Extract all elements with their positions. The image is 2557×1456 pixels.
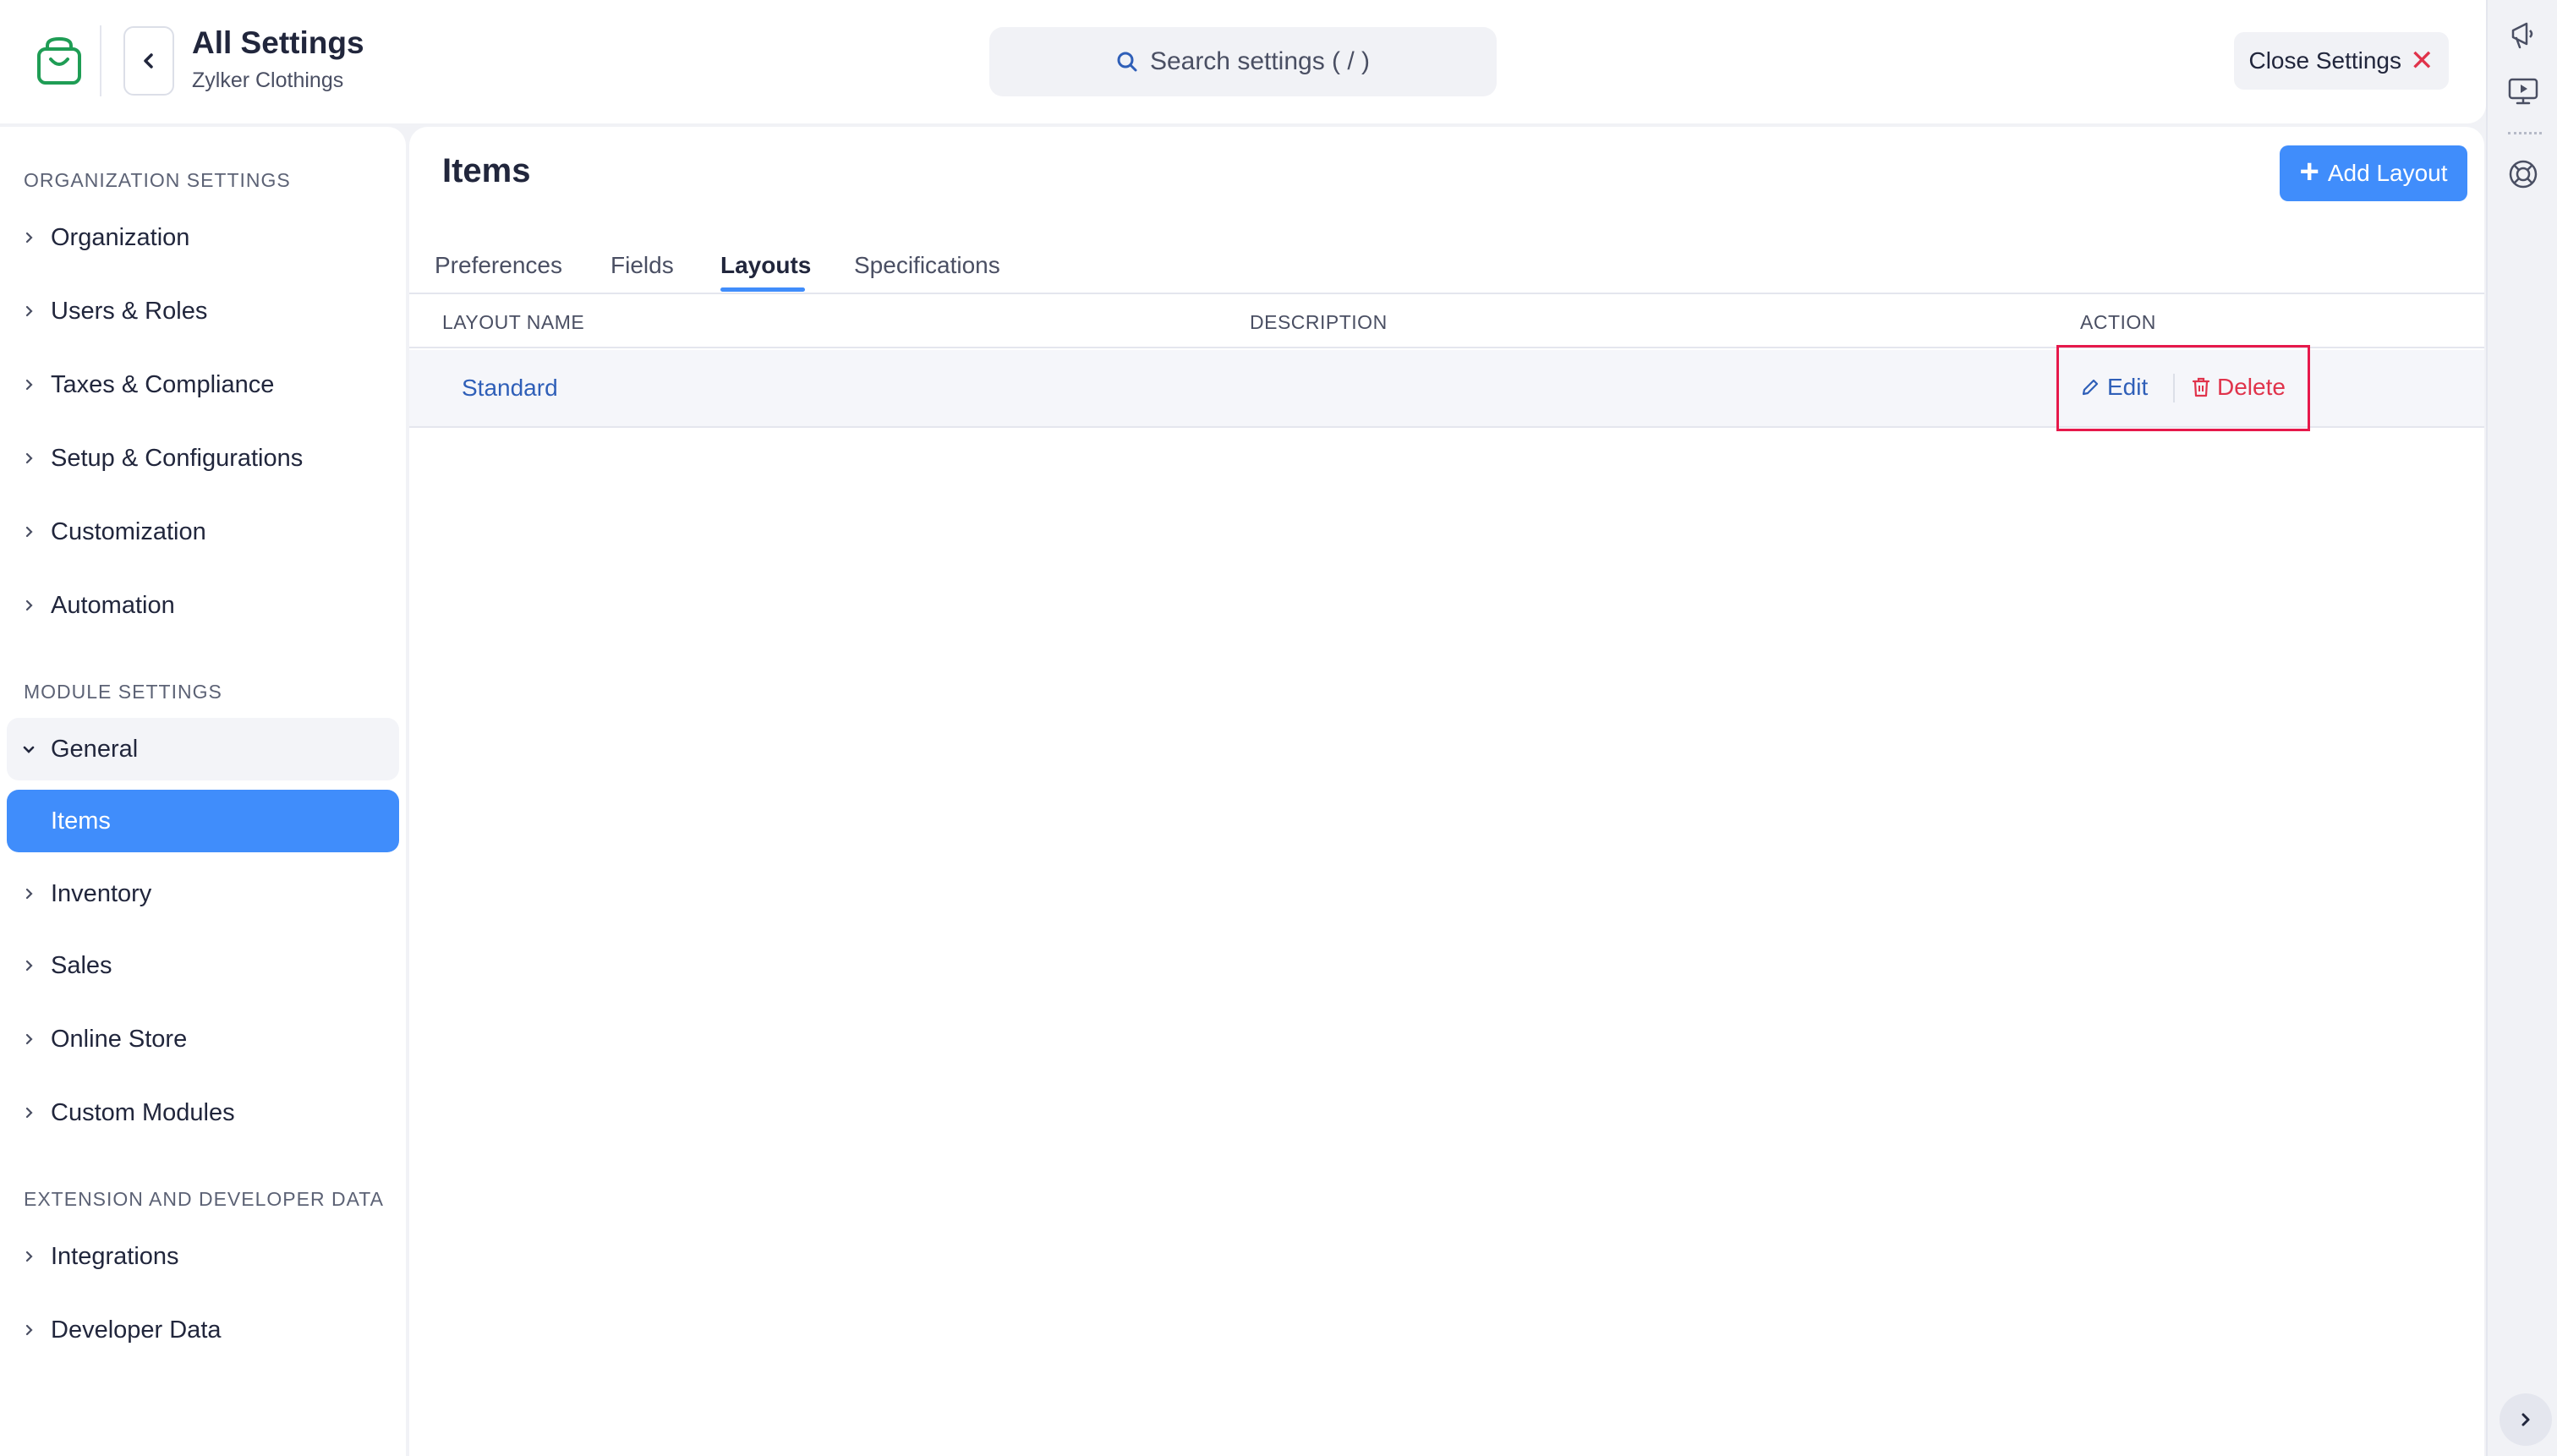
chevron-right-icon <box>7 960 51 972</box>
layout-name-link[interactable]: Standard <box>462 375 558 402</box>
chevron-right-icon <box>7 379 51 391</box>
expand-panel-button[interactable] <box>2500 1393 2552 1446</box>
sidebar-item-organization[interactable]: Organization <box>7 206 399 269</box>
search-icon <box>1116 51 1138 73</box>
sidebar-item-label: Custom Modules <box>51 1098 235 1126</box>
rail-divider <box>2508 132 2542 134</box>
sidebar-item-general[interactable]: General <box>7 718 399 780</box>
close-settings-label: Close Settings <box>2248 47 2402 74</box>
sidebar-item-custom-modules[interactable]: Custom Modules <box>7 1081 399 1144</box>
action-divider <box>2173 374 2175 402</box>
section-heading-module: MODULE SETTINGS <box>24 681 222 703</box>
main-panel: Items + Add Layout Preferences Fields La… <box>409 127 2484 1456</box>
organization-name: Zylker Clothings <box>192 68 344 92</box>
chevron-right-icon <box>7 1324 51 1336</box>
sidebar-item-taxes-compliance[interactable]: Taxes & Compliance <box>7 353 399 416</box>
close-icon: ✕ <box>2410 45 2434 77</box>
sidebar-item-items[interactable]: Items <box>7 790 399 852</box>
section-heading-organization: ORGANIZATION SETTINGS <box>24 169 291 191</box>
chevron-right-icon <box>7 1033 51 1045</box>
section-title: Items <box>442 152 531 189</box>
video-tutorial-icon[interactable] <box>2506 74 2540 108</box>
chevron-right-icon <box>7 599 51 611</box>
sidebar-item-developer-data[interactable]: Developer Data <box>7 1299 399 1361</box>
shopping-bag-icon <box>36 36 83 86</box>
sidebar-item-label: Customization <box>51 517 206 545</box>
column-header-layout-name: LAYOUT NAME <box>442 311 585 333</box>
plus-icon: + <box>2299 153 2319 190</box>
sidebar-item-online-store[interactable]: Online Store <box>7 1008 399 1070</box>
sidebar-item-label: Taxes & Compliance <box>51 370 275 398</box>
add-layout-label: Add Layout <box>2327 160 2448 186</box>
sidebar-item-label: Automation <box>51 591 175 619</box>
sidebar-item-users-roles[interactable]: Users & Roles <box>7 280 399 342</box>
chevron-right-icon <box>7 305 51 317</box>
sidebar-item-label: Developer Data <box>51 1316 222 1344</box>
sidebar-item-label: Organization <box>51 223 190 251</box>
delete-label: Delete <box>2217 374 2286 400</box>
help-lifebuoy-icon[interactable] <box>2506 157 2540 191</box>
chevron-right-icon <box>7 888 51 900</box>
sidebar-item-label: Setup & Configurations <box>51 444 304 472</box>
sidebar-item-label: Inventory <box>51 879 152 907</box>
add-layout-button[interactable]: + Add Layout <box>2280 145 2467 201</box>
tab-preferences[interactable]: Preferences <box>435 235 562 294</box>
delete-button[interactable]: Delete <box>2192 374 2286 401</box>
tab-layouts[interactable]: Layouts <box>720 235 811 294</box>
chevron-down-icon <box>7 743 51 755</box>
settings-sidebar: ORGANIZATION SETTINGS Organization Users… <box>0 127 406 1456</box>
chevron-right-icon <box>7 1107 51 1119</box>
table-row: Standard Edit Delete <box>409 345 2484 431</box>
close-settings-button[interactable]: Close Settings ✕ <box>2234 32 2449 90</box>
edit-button[interactable]: Edit <box>2080 374 2148 401</box>
settings-header: All Settings Zylker Clothings Search set… <box>0 0 2486 123</box>
table-header: LAYOUT NAME DESCRIPTION ACTION <box>409 294 2484 348</box>
active-tab-indicator <box>720 287 805 292</box>
pencil-icon <box>2080 377 2100 397</box>
tab-specifications[interactable]: Specifications <box>854 235 1000 294</box>
sidebar-item-automation[interactable]: Automation <box>7 574 399 637</box>
header-divider <box>100 25 101 96</box>
chevron-right-icon <box>7 1251 51 1262</box>
tab-fields[interactable]: Fields <box>611 235 674 294</box>
sidebar-item-label: Sales <box>51 951 112 979</box>
sidebar-item-sales[interactable]: Sales <box>7 934 399 997</box>
column-header-action: ACTION <box>2080 311 2156 333</box>
sidebar-item-customization[interactable]: Customization <box>7 501 399 563</box>
sidebar-item-label: General <box>51 735 139 763</box>
edit-label: Edit <box>2107 374 2149 400</box>
sidebar-item-label: Items <box>51 807 111 835</box>
sidebar-item-setup-configurations[interactable]: Setup & Configurations <box>7 427 399 490</box>
search-placeholder: Search settings ( / ) <box>1149 47 1371 75</box>
sidebar-item-integrations[interactable]: Integrations <box>7 1225 399 1288</box>
megaphone-icon[interactable] <box>2506 19 2540 52</box>
sidebar-item-label: Users & Roles <box>51 297 208 325</box>
right-rail <box>2486 0 2557 1456</box>
sidebar-item-label: Integrations <box>51 1242 179 1270</box>
trash-icon <box>2192 376 2210 398</box>
chevron-right-icon <box>2518 1412 2533 1427</box>
chevron-right-icon <box>7 232 51 244</box>
page-title: All Settings <box>192 25 364 60</box>
sidebar-item-label: Online Store <box>51 1025 188 1053</box>
chevron-right-icon <box>7 526 51 538</box>
column-header-description: DESCRIPTION <box>1250 311 1388 333</box>
chevron-left-icon <box>140 52 157 69</box>
sidebar-item-inventory[interactable]: Inventory <box>7 862 399 925</box>
back-button[interactable] <box>123 26 174 96</box>
search-input[interactable]: Search settings ( / ) <box>989 27 1497 96</box>
section-heading-extension: EXTENSION AND DEVELOPER DATA <box>24 1188 384 1210</box>
chevron-right-icon <box>7 452 51 464</box>
tab-bar: Preferences Fields Layouts Specification… <box>409 235 2484 294</box>
